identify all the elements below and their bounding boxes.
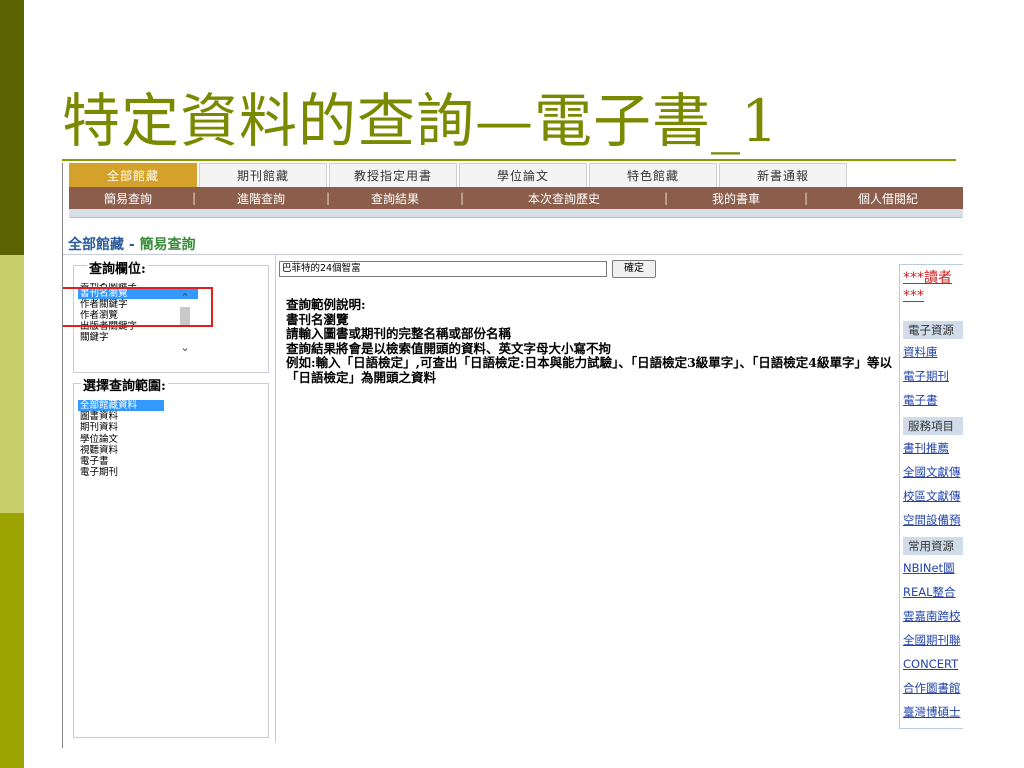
link-concert[interactable]: CONCERT: [903, 657, 958, 671]
confirm-button[interactable]: 確定: [612, 260, 656, 278]
range-option[interactable]: 期刊資料: [78, 422, 208, 433]
subnav-simple-search[interactable]: 簡易查詢: [69, 190, 187, 207]
heading-collection: 全部館藏: [68, 237, 124, 253]
collection-tabs: 全部館藏 期刊館藏 教授指定用書 學位論文 特色館藏 新書通報: [69, 163, 963, 187]
link-national-delivery[interactable]: 全國文獻傳: [903, 465, 961, 479]
link-partner-libraries[interactable]: 合作圖書館: [903, 681, 961, 695]
search-main: 巴菲特的24個智富 確定 查詢範例說明: 書刊名瀏覽 請輸入圖書或期刊的完整名稱…: [279, 255, 899, 743]
decor-strip-bottom: [0, 513, 24, 768]
reader-notice[interactable]: ***讀者 ***: [903, 269, 952, 305]
field-label: 查詢欄位:: [87, 258, 148, 277]
subnav-personal-loans[interactable]: 個人借閱紀: [813, 190, 963, 207]
slide-title: 特定資料的查詢—電子書_1: [62, 87, 779, 155]
subnav-separator: |: [191, 191, 197, 205]
search-options-panel: 查詢欄位: 書刊名關鍵字 書刊名瀏覽 作者關鍵字 作者瀏覽 出版者關鍵字 關鍵字…: [63, 255, 276, 743]
library-screenshot: 全部館藏 期刊館藏 教授指定用書 學位論文 特色館藏 新書通報 簡易查詢 | 進…: [63, 163, 963, 743]
subnav-history[interactable]: 本次查詢歷史: [469, 190, 659, 207]
link-book-recommendation[interactable]: 書刊推薦: [903, 441, 949, 455]
tab-new-books[interactable]: 新書通報: [719, 163, 847, 187]
page-heading: 全部館藏 - 簡易查詢: [68, 234, 196, 254]
help-line: 查詢結果將會是以檢索值開頭的資料、英文字母大小寫不拘: [286, 340, 612, 356]
decor-strip-middle: [0, 255, 24, 513]
range-option[interactable]: 視聽資料: [78, 445, 208, 456]
range-option[interactable]: 圖書資料: [78, 411, 208, 422]
title-rule: [62, 159, 956, 161]
range-option[interactable]: 電子書: [78, 456, 208, 467]
link-databases[interactable]: 資料庫: [903, 345, 938, 359]
search-range-listbox[interactable]: 全部館藏資料 圖書資料 期刊資料 學位論文 視聽資料 電子書 電子期刊: [78, 400, 208, 500]
link-e-books[interactable]: 電子書: [903, 393, 938, 407]
subnav-results[interactable]: 查詢結果: [335, 190, 455, 207]
search-input[interactable]: 巴菲特的24個智富: [279, 261, 607, 277]
subnav-book-cart[interactable]: 我的書車: [673, 190, 799, 207]
heading-mode: 簡易查詢: [139, 237, 196, 253]
link-yunchianan[interactable]: 雲嘉南跨校: [903, 609, 961, 623]
link-space-booking[interactable]: 空間設備預: [903, 513, 961, 527]
help-example: 例如:輸入「日語檢定」,可查出「日語檢定:日本與能力試驗」、「日語檢定3級單字」…: [286, 355, 892, 385]
right-sidebar: ***讀者 *** 電子資源 資料庫 電子期刊 電子書 服務項目 書刊推薦 全國…: [899, 264, 963, 729]
range-option[interactable]: 學位論文: [78, 434, 208, 445]
tab-all-collection[interactable]: 全部館藏: [69, 163, 197, 187]
reader-notice-line[interactable]: ***: [903, 287, 952, 305]
help-line: 書刊名瀏覽: [286, 311, 349, 327]
subnav-separator: |: [325, 191, 331, 205]
section-e-resources: 電子資源: [903, 321, 963, 339]
tab-course-reserves[interactable]: 教授指定用書: [329, 163, 457, 187]
link-taiwan-theses[interactable]: 臺灣博碩士: [903, 705, 961, 719]
chevron-down-icon[interactable]: ⌄: [178, 341, 192, 355]
decor-strip-top: [0, 0, 24, 255]
link-nbinet[interactable]: NBINet圖: [903, 561, 955, 575]
sub-navigation: 簡易查詢 | 進階查詢 | 查詢結果 | 本次查詢歷史 | 我的書車 | 個人借…: [69, 187, 963, 209]
subnav-separator: |: [663, 191, 669, 205]
link-e-journals[interactable]: 電子期刊: [903, 369, 949, 383]
tab-theses[interactable]: 學位論文: [459, 163, 587, 187]
help-title: 查詢範例說明:: [286, 297, 366, 312]
subnav-advanced-search[interactable]: 進階查詢: [201, 190, 321, 207]
range-option[interactable]: 電子期刊: [78, 467, 208, 478]
range-label: 選擇查詢範圍:: [81, 375, 168, 394]
reader-notice-line[interactable]: ***讀者: [903, 269, 952, 287]
subnav-separator: |: [803, 191, 809, 205]
link-real[interactable]: REAL整合: [903, 585, 956, 599]
subnav-separator: |: [459, 191, 465, 205]
link-national-periodicals[interactable]: 全國期刊聯: [903, 633, 961, 647]
tab-special-collections[interactable]: 特色館藏: [589, 163, 717, 187]
help-line: 請輸入圖書或期刊的完整名稱或部份名稱: [286, 326, 512, 341]
sub-navigation-band: [69, 209, 963, 218]
range-option-selected[interactable]: 全部館藏資料: [78, 400, 164, 412]
section-common-resources: 常用資源: [903, 537, 963, 555]
heading-separator: -: [124, 237, 140, 253]
link-campus-delivery[interactable]: 校區文獻傳: [903, 489, 961, 503]
section-services: 服務項目: [903, 417, 963, 435]
search-help: 查詢範例說明: 書刊名瀏覽 請輸入圖書或期刊的完整名稱或部份名稱 查詢結果將會是…: [286, 297, 896, 385]
tab-periodicals[interactable]: 期刊館藏: [199, 163, 327, 187]
highlight-box: [63, 287, 213, 327]
